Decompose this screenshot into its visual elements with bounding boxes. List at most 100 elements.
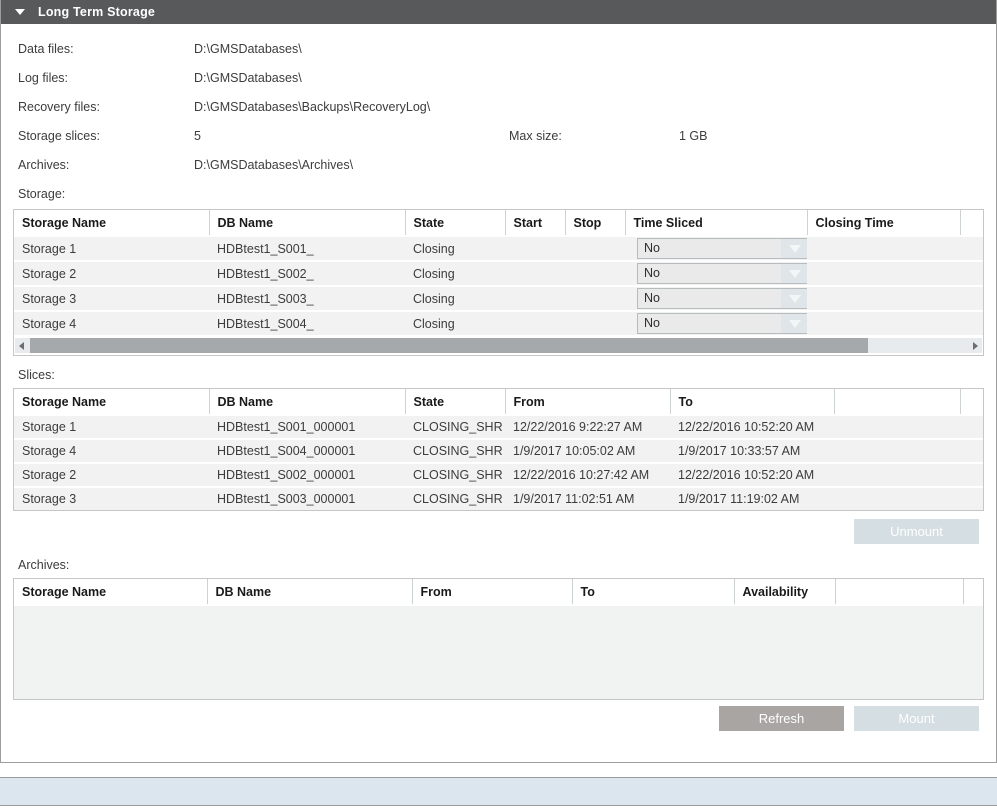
archives-col-to[interactable]: To <box>572 579 734 604</box>
archives-path-row: Archives: D:\GMSDatabases\Archives\ <box>1 150 996 179</box>
cell-to: 1/9/2017 10:33:57 AM <box>670 439 834 463</box>
refresh-button[interactable]: Refresh <box>719 706 844 731</box>
cell-state: Closing <box>405 236 505 261</box>
unmount-button[interactable]: Unmount <box>854 519 979 544</box>
cell-from: 1/9/2017 11:02:51 AM <box>505 487 670 510</box>
storage-col-storage-name[interactable]: Storage Name <box>14 210 209 236</box>
time-sliced-dropdown[interactable]: No <box>637 238 807 259</box>
storage-col-db-name[interactable]: DB Name <box>209 210 405 236</box>
scrollbar-thumb[interactable] <box>30 338 868 353</box>
footer-bar[interactable] <box>0 777 997 806</box>
archives-section-label: Archives: <box>1 558 996 572</box>
storage-header-row: Storage Name DB Name State Start Stop Ti… <box>14 210 983 236</box>
cell-state: Closing <box>405 261 505 286</box>
slices-grid: Storage Name DB Name State From To Stora… <box>13 388 984 511</box>
storage-col-closing-time[interactable]: Closing Time <box>807 210 960 236</box>
log-files-value: D:\GMSDatabases\ <box>194 71 302 85</box>
cell-state: CLOSING_SHR <box>405 439 505 463</box>
time-sliced-value: No <box>638 289 781 308</box>
cell-storage-name: Storage 3 <box>14 487 209 510</box>
storage-section-label: Storage: <box>1 187 996 201</box>
cell-state: Closing <box>405 311 505 335</box>
cell-db-name: HDBtest1_S003_ <box>209 286 405 311</box>
storage-col-state[interactable]: State <box>405 210 505 236</box>
collapse-chevron-icon[interactable] <box>15 9 25 15</box>
log-files-label: Log files: <box>18 71 194 85</box>
cell-to: 12/22/2016 10:52:20 AM <box>670 415 834 439</box>
slices-col-state[interactable]: State <box>405 389 505 415</box>
storage-col-filler <box>960 210 983 236</box>
storage-col-time-sliced[interactable]: Time Sliced <box>625 210 807 236</box>
data-files-label: Data files: <box>18 42 194 56</box>
dropdown-arrow-icon[interactable] <box>781 239 807 258</box>
cell-start <box>505 236 565 261</box>
storage-col-start[interactable]: Start <box>505 210 565 236</box>
recovery-files-row: Recovery files: D:\GMSDatabases\Backups\… <box>1 92 996 121</box>
slice-row-1[interactable]: Storage 1 HDBtest1_S001_000001 CLOSING_S… <box>14 415 983 439</box>
cell-stop <box>565 286 625 311</box>
horizontal-scrollbar[interactable] <box>15 338 982 353</box>
screen: Long Term Storage Data files: D:\GMSData… <box>0 0 997 810</box>
slice-row-3[interactable]: Storage 2 HDBtest1_S002_000001 CLOSING_S… <box>14 463 983 487</box>
slice-row-4[interactable]: Storage 3 HDBtest1_S003_000001 CLOSING_S… <box>14 487 983 510</box>
cell-start <box>505 311 565 335</box>
slice-row-2[interactable]: Storage 4 HDBtest1_S004_000001 CLOSING_S… <box>14 439 983 463</box>
cell-state: Closing <box>405 286 505 311</box>
time-sliced-value: No <box>638 264 781 283</box>
dropdown-arrow-icon[interactable] <box>781 314 807 333</box>
time-sliced-dropdown[interactable]: No <box>637 263 807 284</box>
slices-col-db-name[interactable]: DB Name <box>209 389 405 415</box>
archives-col-db-name[interactable]: DB Name <box>207 579 412 604</box>
cell-db-name: HDBtest1_S004_000001 <box>209 439 405 463</box>
time-sliced-value: No <box>638 314 781 333</box>
panel-header[interactable]: Long Term Storage <box>1 0 996 24</box>
cell-from: 12/22/2016 9:22:27 AM <box>505 415 670 439</box>
cell-closing-time <box>807 261 960 286</box>
cell-stop <box>565 261 625 286</box>
cell-closing-time <box>807 286 960 311</box>
cell-stop <box>565 236 625 261</box>
data-files-row: Data files: D:\GMSDatabases\ <box>1 34 996 63</box>
cell-storage-name: Storage 1 <box>14 236 209 261</box>
cell-db-name: HDBtest1_S003_000001 <box>209 487 405 510</box>
storage-row-3[interactable]: Storage 3 HDBtest1_S003_ Closing No <box>14 286 983 311</box>
max-size-label: Max size: <box>509 129 679 143</box>
cell-db-name: HDBtest1_S002_000001 <box>209 463 405 487</box>
cell-storage-name: Storage 3 <box>14 286 209 311</box>
storage-row-2[interactable]: Storage 2 HDBtest1_S002_ Closing No <box>14 261 983 286</box>
archives-col-storage-name[interactable]: Storage Name <box>14 579 207 604</box>
cell-start <box>505 261 565 286</box>
cell-to: 12/22/2016 10:52:20 AM <box>670 463 834 487</box>
slices-col-empty <box>834 389 960 415</box>
slices-header-row: Storage Name DB Name State From To <box>14 389 983 415</box>
cell-storage-name: Storage 4 <box>14 439 209 463</box>
slices-col-filler <box>960 389 983 415</box>
slices-col-to[interactable]: To <box>670 389 834 415</box>
slices-col-storage-name[interactable]: Storage Name <box>14 389 209 415</box>
cell-db-name: HDBtest1_S001_000001 <box>209 415 405 439</box>
cell-closing-time <box>807 311 960 335</box>
cell-db-name: HDBtest1_S001_ <box>209 236 405 261</box>
dropdown-arrow-icon[interactable] <box>781 289 807 308</box>
data-files-value: D:\GMSDatabases\ <box>194 42 302 56</box>
scroll-right-arrow-icon[interactable] <box>969 338 982 353</box>
mount-button[interactable]: Mount <box>854 706 979 731</box>
cell-state: CLOSING_SHR <box>405 487 505 510</box>
dropdown-arrow-icon[interactable] <box>781 264 807 283</box>
cell-from: 1/9/2017 10:05:02 AM <box>505 439 670 463</box>
archives-col-availability[interactable]: Availability <box>734 579 835 604</box>
time-sliced-dropdown[interactable]: No <box>637 313 807 334</box>
archives-grid: Storage Name DB Name From To Availabilit… <box>13 578 984 700</box>
cell-storage-name: Storage 2 <box>14 261 209 286</box>
storage-row-1[interactable]: Storage 1 HDBtest1_S001_ Closing No <box>14 236 983 261</box>
storage-row-4[interactable]: Storage 4 HDBtest1_S004_ Closing No <box>14 311 983 335</box>
cell-closing-time <box>807 236 960 261</box>
slices-col-from[interactable]: From <box>505 389 670 415</box>
time-sliced-dropdown[interactable]: No <box>637 288 807 309</box>
archives-col-from[interactable]: From <box>412 579 572 604</box>
storage-slices-value: 5 <box>194 129 509 143</box>
storage-col-stop[interactable]: Stop <box>565 210 625 236</box>
long-term-storage-panel: Long Term Storage Data files: D:\GMSData… <box>0 0 997 763</box>
cell-from: 12/22/2016 10:27:42 AM <box>505 463 670 487</box>
scroll-left-arrow-icon[interactable] <box>15 338 28 353</box>
